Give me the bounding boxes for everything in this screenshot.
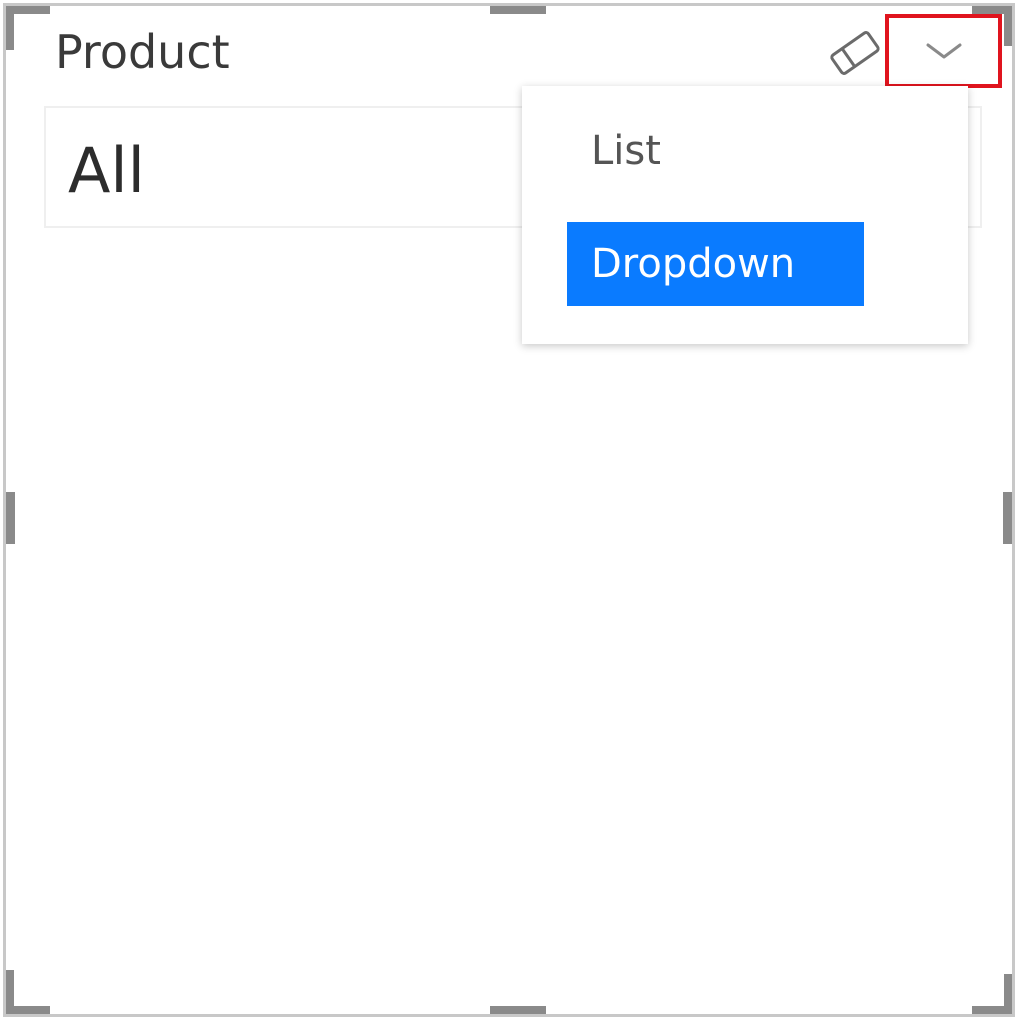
slicer-title: Product <box>55 25 230 79</box>
selected-value: All <box>68 134 145 207</box>
resize-handle-top-left[interactable] <box>6 6 14 50</box>
slicer-dropdown-field-edge <box>966 106 982 228</box>
slicer-type-menu: List Dropdown <box>522 86 968 344</box>
resize-handle-bottom-right[interactable] <box>1004 974 1012 1014</box>
eraser-icon <box>830 31 880 75</box>
clear-selections-button[interactable] <box>825 28 885 78</box>
resize-handle-top[interactable] <box>490 6 546 14</box>
slicer-visual: Product All List Dropdown <box>0 0 1024 1024</box>
chevron-down-icon <box>926 43 961 59</box>
resize-handle-bottom-left[interactable] <box>6 970 14 1014</box>
menu-item-list[interactable]: List <box>567 109 867 193</box>
resize-handle-right[interactable] <box>1003 492 1012 544</box>
menu-item-dropdown[interactable]: Dropdown <box>567 222 864 306</box>
slicer-dropdown-field[interactable]: All <box>44 106 534 228</box>
resize-handle-bottom[interactable] <box>490 1006 546 1014</box>
slicer-type-toggle-button[interactable] <box>885 14 1002 88</box>
resize-handle-top-right[interactable] <box>1004 6 1012 46</box>
resize-handle-left[interactable] <box>6 492 15 544</box>
